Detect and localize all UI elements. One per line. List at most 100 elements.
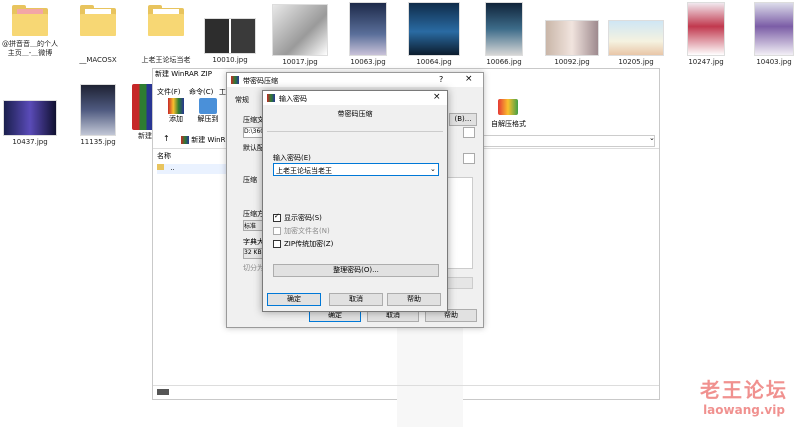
up-arrow-icon[interactable]: ↑ — [163, 134, 170, 143]
desktop-icon-label: 10403.jpg — [756, 58, 792, 66]
list-item-label: .. — [170, 164, 175, 172]
desktop-folder-macosx[interactable]: __MACOSX — [68, 4, 128, 65]
desktop-image-10064[interactable]: 10064.jpg — [404, 2, 464, 67]
desktop-icon-label: 10092.jpg — [554, 58, 590, 66]
desktop-icon-label: 10017.jpg — [282, 58, 318, 66]
image-thumbnail — [204, 18, 256, 54]
help-icon[interactable]: ? — [439, 75, 443, 84]
image-thumbnail — [754, 2, 794, 56]
folder-icon — [146, 4, 186, 38]
dialog-ok-button[interactable]: 确定 — [267, 293, 321, 306]
desktop-image-10010[interactable]: 10010.jpg — [200, 18, 260, 65]
desktop-image-10017[interactable]: 10017.jpg — [270, 4, 330, 67]
checkbox[interactable]: ✓ — [273, 212, 281, 222]
add-archive-icon — [168, 98, 184, 114]
desktop-image-10092[interactable]: 10092.jpg — [542, 20, 602, 67]
organize-passwords-button[interactable]: 整理密码(O)... — [273, 264, 439, 277]
desktop-image-10063[interactable]: 10063.jpg — [338, 2, 398, 67]
toolbar-add-label: 添加 — [169, 115, 183, 123]
compress-label: 压缩 — [243, 176, 257, 184]
dialog-title-bar: 输入密码 × — [263, 91, 447, 105]
options-panel — [445, 177, 473, 269]
password-label: 输入密码(E) — [273, 154, 311, 162]
desktop-icon-label: 10063.jpg — [350, 58, 386, 66]
image-thumbnail — [272, 4, 328, 56]
image-thumbnail — [608, 20, 664, 56]
main-title-prefix: 新建 WinRAR ZIP — [155, 70, 212, 78]
sfx-label: 自解压格式 — [491, 120, 526, 128]
watermark: 老王论坛 laowang.vip — [700, 374, 788, 417]
desktop-icon-label: 10010.jpg — [212, 56, 248, 64]
desktop-icon-label: 10437.jpg — [12, 138, 48, 146]
image-thumbnail — [80, 84, 116, 136]
checkbox[interactable] — [273, 227, 281, 235]
dialog-help-button[interactable]: 帮助 — [387, 293, 441, 306]
desktop-icon-label: 上老王论坛当老 — [141, 56, 191, 64]
rar-window-title: 带密码压缩 — [243, 77, 278, 85]
winrar-archive-icon — [132, 84, 154, 130]
password-value: 上老王论坛当老王 — [276, 167, 332, 175]
split-label: 切分为 — [243, 264, 264, 272]
watermark-url: laowang.vip — [703, 403, 785, 417]
desktop-icon-label: 10205.jpg — [618, 58, 654, 66]
folder-icon — [78, 4, 118, 38]
close-icon[interactable]: × — [433, 92, 441, 102]
dialog-title: 输入密码 — [279, 95, 307, 103]
password-input[interactable]: 上老王论坛当老王 ⌄ — [273, 163, 439, 176]
desktop-image-10205[interactable]: 10205.jpg — [606, 20, 666, 67]
address-tab-label: 新建 WinR — [191, 136, 226, 144]
status-bar — [153, 385, 659, 400]
image-thumbnail — [408, 2, 460, 56]
menu-command[interactable]: 命令(C) — [189, 87, 213, 97]
toolbar-extract-button[interactable]: 解压到 — [195, 98, 221, 124]
image-thumbnail — [687, 2, 725, 56]
winrar-icon — [231, 76, 239, 84]
desktop-image-10403[interactable]: 10403.jpg — [744, 2, 800, 67]
show-password-label: 显示密码(S) — [284, 214, 322, 222]
address-field[interactable] — [463, 135, 655, 147]
desktop-folder-weibo[interactable]: @拼音音＿的个人主页＿-＿微博 — [0, 4, 60, 58]
dictionary-label: 字典大 — [243, 238, 264, 246]
close-icon[interactable]: × — [465, 74, 473, 84]
toolbar-add-button[interactable]: 添加 — [165, 98, 187, 124]
password-dialog: 输入密码 × 带密码压缩 输入密码(E) 上老王论坛当老王 ⌄ ✓ 显示密码(S… — [262, 90, 448, 312]
desktop-image-10247[interactable]: 10247.jpg — [676, 2, 736, 67]
image-thumbnail — [545, 20, 599, 56]
zip-legacy-label: ZIP传统加密(Z) — [284, 240, 334, 248]
folder-extract-icon — [199, 98, 217, 114]
winrar-icon — [181, 136, 189, 144]
image-thumbnail — [3, 100, 57, 136]
desktop-image-10066[interactable]: 10066.jpg — [474, 2, 534, 67]
profile-select[interactable] — [463, 153, 475, 164]
desktop-folder-laowang[interactable]: 上老王论坛当老 — [136, 4, 196, 65]
drive-icon — [157, 389, 169, 395]
desktop-image-11135[interactable]: 11135.jpg — [68, 84, 128, 147]
menu-tools[interactable]: 工 — [219, 87, 226, 97]
default-profile-label: 默认配 — [243, 144, 264, 152]
folder-icon — [10, 4, 50, 38]
checkmark-icon: ✓ — [274, 212, 280, 220]
menu-file[interactable]: 文件(F) — [157, 87, 181, 97]
desktop-icon-label: __MACOSX — [79, 56, 117, 64]
desktop-icon-label: @拼音音＿的个人主页＿-＿微博 — [2, 40, 58, 57]
divider — [267, 131, 443, 132]
sfx-icon — [498, 99, 518, 115]
rar-title-bar: 带密码压缩 ? × — [227, 73, 483, 87]
winrar-icon — [267, 94, 275, 102]
toolbar-extract-label: 解压到 — [197, 115, 219, 123]
archive-name-label: 压缩文 — [243, 116, 264, 124]
dialog-cancel-button[interactable]: 取消 — [329, 293, 383, 306]
desktop-icon-label: 10064.jpg — [416, 58, 452, 66]
image-thumbnail — [349, 2, 387, 56]
chevron-down-icon[interactable]: ⌄ — [649, 134, 655, 142]
browse-button[interactable]: (B)... — [449, 113, 477, 126]
set-password-button[interactable] — [445, 277, 473, 289]
checkbox[interactable] — [273, 240, 281, 248]
chevron-down-icon[interactable]: ⌄ — [430, 165, 436, 173]
desktop-image-10437[interactable]: 10437.jpg — [0, 100, 60, 147]
tab-general[interactable]: 常规 — [235, 95, 249, 105]
column-header-name[interactable]: 名称 — [157, 151, 171, 161]
archive-format-select[interactable] — [463, 127, 475, 138]
list-item-parent[interactable]: .. — [157, 164, 227, 174]
desktop-icon-label: 10247.jpg — [688, 58, 724, 66]
